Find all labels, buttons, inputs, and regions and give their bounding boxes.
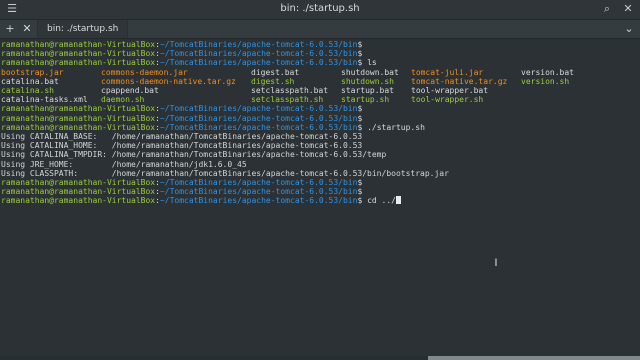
- file-entry: catalina.sh: [1, 86, 54, 95]
- close-window-icon[interactable]: ✕: [621, 2, 635, 16]
- file-entry: startup.bat: [341, 86, 394, 95]
- file-entry: daemon.sh: [101, 95, 145, 105]
- prompt-symbol: $: [357, 113, 363, 123]
- command-text: cd ../: [362, 196, 396, 206]
- prompt-user: ramanathan@ramanathan-VirtualBox: [1, 113, 156, 123]
- file-entry: setclasspath.sh: [251, 95, 324, 105]
- prompt-user: ramanathan@ramanathan-VirtualBox: [1, 58, 156, 68]
- prompt-line: ramanathan@ramanathan-VirtualBox:~/Tomca…: [1, 104, 362, 113]
- prompt-line: ramanathan@ramanathan-VirtualBox:~/Tomca…: [1, 187, 362, 196]
- prompt-user: ramanathan@ramanathan-VirtualBox: [1, 40, 156, 49]
- file-entry: setclasspath.bat: [251, 86, 329, 95]
- file-entry: bootstrap.jar: [1, 67, 64, 77]
- file-entry: tomcat-juli.jar: [411, 67, 484, 77]
- prompt-symbol: $: [357, 49, 363, 59]
- prompt-path: ~/TomcatBinaries/apache-tomcat-6.0.53/bi…: [159, 196, 358, 206]
- file-entry: catalina-tasks.xml: [1, 95, 88, 105]
- prompt-symbol: $: [357, 178, 363, 187]
- file-entry: startup.sh: [341, 95, 390, 105]
- prompt-path: ~/TomcatBinaries/apache-tomcat-6.0.53/bi…: [159, 187, 358, 197]
- tab-startup[interactable]: bin: ./startup.sh: [37, 20, 129, 38]
- prompt-path: ~/TomcatBinaries/apache-tomcat-6.0.53/bi…: [159, 122, 358, 132]
- prompt-symbol: $: [357, 40, 363, 49]
- terminal-area[interactable]: ramanathan@ramanathan-VirtualBox:~/Tomca…: [0, 39, 640, 360]
- prompt-line: ramanathan@ramanathan-VirtualBox:~/Tomca…: [1, 58, 377, 67]
- file-entry: shutdown.bat: [341, 67, 399, 77]
- prompt-user: ramanathan@ramanathan-VirtualBox: [1, 178, 156, 187]
- new-tab-icon[interactable]: +: [3, 22, 17, 36]
- output-line: Using CATALINA_HOME: /home/ramanathan/To…: [1, 141, 363, 151]
- file-entry: commons-daemon.jar: [101, 67, 188, 77]
- file-entry: tomcat-native.tar.gz: [411, 76, 508, 86]
- tab-bar: + ✕ bin: ./startup.sh ⌄: [0, 20, 640, 39]
- file-entry: tool-wrapper.sh: [411, 95, 484, 105]
- file-entry: digest.bat: [251, 67, 300, 77]
- prompt-path: ~/TomcatBinaries/apache-tomcat-6.0.53/bi…: [159, 178, 358, 187]
- prompt-symbol: $: [357, 187, 363, 197]
- title-bar: ☰ bin: ./startup.sh ⌕ ✕: [0, 0, 640, 20]
- file-entry: version.bat: [521, 67, 574, 77]
- prompt-line: ramanathan@ramanathan-VirtualBox:~/Tomca…: [1, 40, 362, 49]
- file-entry: tool-wrapper.bat: [411, 86, 489, 95]
- text-cursor-icon: Ⅰ: [494, 258, 498, 269]
- prompt-user: ramanathan@ramanathan-VirtualBox: [1, 104, 156, 114]
- file-entry: catalina.bat: [1, 76, 59, 86]
- prompt-line: ramanathan@ramanathan-VirtualBox:~/Tomca…: [1, 196, 401, 205]
- tab-dropdown-icon[interactable]: ⌄: [622, 22, 636, 36]
- command-text: ls: [362, 58, 377, 68]
- prompt-path: ~/TomcatBinaries/apache-tomcat-6.0.53/bi…: [159, 40, 358, 49]
- prompt-line: ramanathan@ramanathan-VirtualBox:~/Tomca…: [1, 123, 425, 132]
- prompt-line: ramanathan@ramanathan-VirtualBox:~/Tomca…: [1, 178, 362, 187]
- prompt-user: ramanathan@ramanathan-VirtualBox: [1, 122, 156, 132]
- scrollbar-thumb[interactable]: [428, 356, 640, 360]
- window-title: bin: ./startup.sh: [280, 3, 360, 14]
- output-line: Using CATALINA_BASE: /home/ramanathan/To…: [1, 132, 363, 141]
- command-text: ./startup.sh: [362, 122, 425, 132]
- prompt-line: ramanathan@ramanathan-VirtualBox:~/Tomca…: [1, 49, 362, 58]
- file-entry: digest.sh: [251, 76, 295, 86]
- prompt-user: ramanathan@ramanathan-VirtualBox: [1, 49, 156, 59]
- prompt-symbol: $: [357, 104, 363, 114]
- close-tab-icon[interactable]: ✕: [20, 22, 34, 36]
- prompt-line: ramanathan@ramanathan-VirtualBox:~/Tomca…: [1, 114, 362, 123]
- output-line: Using CATALINA_TMPDIR: /home/ramanathan/…: [1, 150, 387, 160]
- prompt-path: ~/TomcatBinaries/apache-tomcat-6.0.53/bi…: [159, 113, 358, 123]
- prompt-path: ~/TomcatBinaries/apache-tomcat-6.0.53/bi…: [159, 49, 358, 59]
- file-entry: shutdown.sh: [341, 76, 394, 86]
- file-entry: cpappend.bat: [101, 86, 159, 95]
- search-icon[interactable]: ⌕: [600, 2, 614, 16]
- file-entry: commons-daemon-native.tar.gz: [101, 76, 236, 86]
- prompt-path: ~/TomcatBinaries/apache-tomcat-6.0.53/bi…: [159, 104, 358, 114]
- prompt-user: ramanathan@ramanathan-VirtualBox: [1, 187, 156, 197]
- output-line: Using CLASSPATH: /home/ramanathan/Tomcat…: [1, 168, 449, 178]
- terminal-cursor: [395, 196, 401, 205]
- prompt-path: ~/TomcatBinaries/apache-tomcat-6.0.53/bi…: [159, 58, 358, 68]
- output-line: Using JRE_HOME: /home/ramanathan/jdk1.6.…: [1, 159, 247, 169]
- file-entry: version.sh: [521, 76, 570, 86]
- prompt-user: ramanathan@ramanathan-VirtualBox: [1, 196, 156, 206]
